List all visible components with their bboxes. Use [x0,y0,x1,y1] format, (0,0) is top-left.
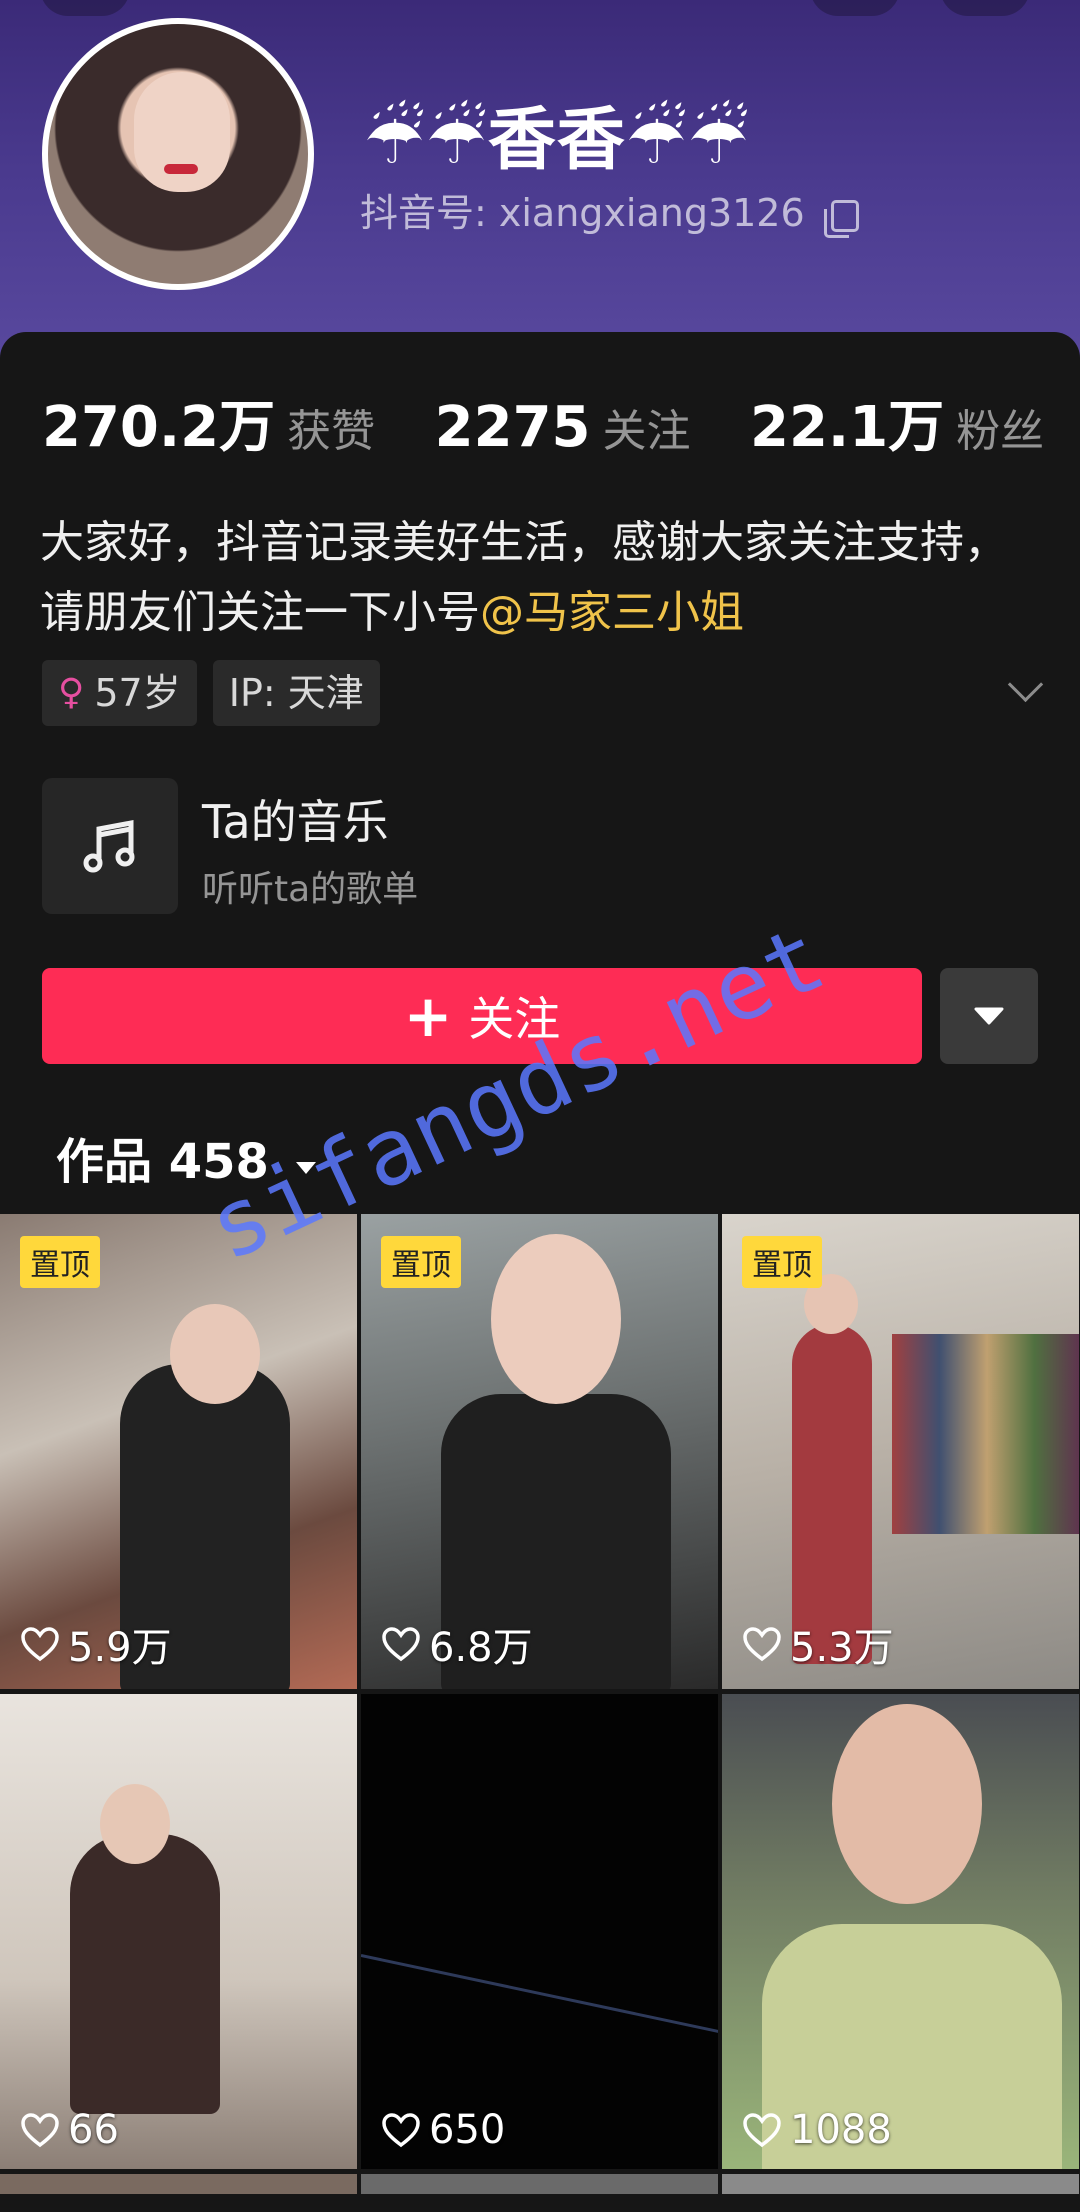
avatar[interactable] [42,18,314,290]
profile-header: ☔☔香香☔☔ 抖音号: xiangxiang3126 [0,0,1080,380]
chevron-down-icon[interactable] [1007,666,1044,703]
bio-mention-link[interactable]: @马家三小姐 [480,587,744,638]
search-button[interactable] [810,0,900,16]
ip-tag: IP: 天津 [212,660,380,726]
pinned-badge: 置顶 [381,1236,461,1288]
heart-icon [21,1627,59,1662]
video-card[interactable]: 1088 [722,1694,1079,2169]
pinned-badge: 置顶 [20,1236,100,1288]
triangle-down-icon [974,1007,1004,1025]
heart-icon [743,2113,781,2148]
heart-icon [382,2113,420,2148]
stat-followers[interactable]: 22.1万 粉丝 [750,382,1044,463]
pinned-badge: 置顶 [742,1236,822,1288]
plus-icon: + [403,982,453,1050]
music-entry[interactable]: Ta的音乐 听听ta的歌单 [42,778,742,918]
video-card[interactable] [722,2174,1079,2194]
video-card[interactable]: 置顶 6.8万 [361,1214,718,1689]
like-count: 650 [381,2107,505,2153]
tag-row: ♀ 57岁 IP: 天津 [42,660,380,726]
age-tag: ♀ 57岁 [42,660,197,726]
like-count: 1088 [742,2107,892,2153]
like-count: 66 [20,2107,119,2153]
profile-name: ☔☔香香☔☔ [364,101,750,180]
stat-following[interactable]: 2275 关注 [435,395,691,460]
copy-icon[interactable] [823,199,859,238]
video-card[interactable]: 置顶 5.9万 [0,1214,357,1689]
like-count: 6.8万 [381,1615,533,1673]
video-card[interactable]: 650 [361,1694,718,2169]
more-menu-button[interactable] [940,0,1030,16]
stats-row: 270.2万 获赞 2275 关注 22.1万 粉丝 [42,382,1080,463]
music-subtitle: 听听ta的歌单 [202,869,419,910]
video-card[interactable] [361,2174,718,2194]
like-count: 5.9万 [20,1615,172,1673]
like-count: 5.3万 [742,1615,894,1673]
heart-icon [382,1627,420,1662]
back-button[interactable] [40,0,130,16]
heart-icon [21,2113,59,2148]
douyin-id-row[interactable]: 抖音号: xiangxiang3126 [360,182,859,238]
heart-icon [743,1627,781,1662]
stat-likes[interactable]: 270.2万 获赞 [42,382,375,463]
video-card[interactable]: 置顶 5.3万 [722,1214,1079,1689]
douyin-id-text: 抖音号: xiangxiang3126 [360,191,805,235]
bio: 大家好，抖音记录美好生活，感谢大家关注支持，请朋友们关注一下小号@马家三小姐 [40,508,1040,648]
music-title: Ta的音乐 [202,795,389,849]
music-note-icon [42,778,178,914]
video-card[interactable]: 66 [0,1694,357,2169]
video-card[interactable] [0,2174,357,2194]
more-options-button[interactable] [940,968,1038,1064]
female-icon: ♀ [58,672,85,713]
